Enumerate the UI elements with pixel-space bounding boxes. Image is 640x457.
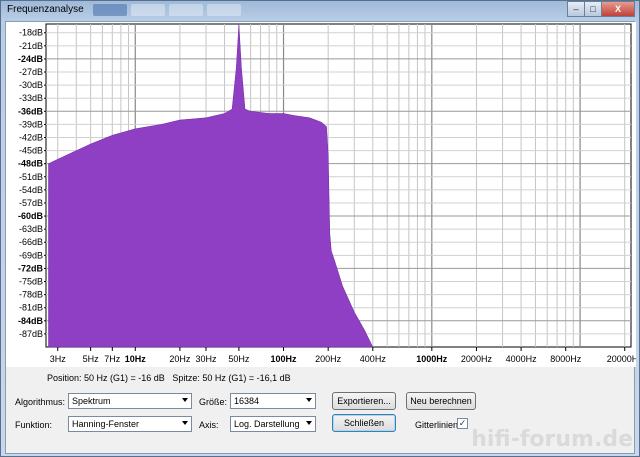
gridlines-checkbox[interactable]: ✓ (457, 418, 468, 429)
x-tick-label: 3Hz (50, 354, 67, 364)
y-tick-label: -24dB (18, 54, 44, 64)
export-button[interactable]: Exportieren... (332, 392, 396, 410)
x-tick-label: 20Hz (169, 354, 191, 364)
x-tick-label: 8000Hz (550, 354, 582, 364)
y-tick-label: -36dB (18, 106, 44, 116)
x-tick-label: 10Hz (125, 354, 147, 364)
y-tick-label: -18dB (19, 28, 43, 38)
chevron-down-icon (182, 421, 188, 425)
y-tick-label: -45dB (19, 146, 43, 156)
chevron-down-icon (306, 421, 312, 425)
size-label: Größe: (199, 397, 228, 407)
y-tick-label: -21dB (19, 41, 43, 51)
y-tick-label: -72dB (18, 263, 44, 273)
y-tick-label: -51dB (19, 172, 43, 182)
y-tick-label: -78dB (19, 290, 43, 300)
x-tick-label: 7Hz (104, 354, 121, 364)
x-tick-label: 2000Hz (461, 354, 493, 364)
algorithm-label: Algorithmus: (15, 397, 66, 407)
y-tick-label: -60dB (18, 211, 44, 221)
y-tick-label: -81dB (19, 303, 43, 313)
function-label: Funktion: (15, 420, 53, 430)
x-tick-label: 30Hz (196, 354, 218, 364)
x-tick-label: 200Hz (315, 354, 342, 364)
x-tick-label: 100Hz (271, 354, 298, 364)
x-tick-label: 5Hz (83, 354, 100, 364)
y-tick-label: -54dB (19, 185, 43, 195)
x-tick-label: 20000Hz (607, 354, 636, 364)
function-value: Hanning-Fenster (72, 419, 140, 429)
cursor-position-readout: Position: 50 Hz (G1) = -16 dB (47, 373, 165, 383)
frequency-analysis-window: Frequenzanalyse – □ X -18dB -21dB -24dB -27… (0, 0, 640, 457)
dialog-client-area: -18dB -21dB -24dB -27dB -30dB -33dB -36dB -39dB… (5, 21, 636, 454)
close-button[interactable]: Schließen (332, 414, 396, 432)
close-window-button[interactable]: X (601, 1, 635, 17)
chevron-down-icon (306, 398, 312, 402)
size-value: 16384 (234, 396, 260, 406)
size-select[interactable]: 16384 (230, 393, 316, 409)
algorithm-select[interactable]: Spektrum (68, 393, 192, 409)
y-tick-label: -57dB (19, 198, 43, 208)
algorithm-value: Spektrum (72, 396, 111, 406)
minimize-button[interactable]: – (567, 1, 585, 17)
y-tick-label: -42dB (19, 132, 43, 142)
y-tick-label: -33dB (19, 93, 43, 103)
y-tick-label: -48dB (18, 159, 44, 169)
y-tick-label: -27dB (19, 67, 43, 77)
chevron-down-icon (182, 398, 188, 402)
y-tick-label: -30dB (19, 80, 43, 90)
gridlines-label: Gitterlinien (415, 420, 459, 430)
y-tick-label: -84dB (18, 316, 44, 326)
peak-readout: Spitze: 50 Hz (G1) = -16,1 dB (172, 373, 291, 383)
x-tick-label: 400Hz (360, 354, 387, 364)
spectrum-plot[interactable]: -18dB -21dB -24dB -27dB -30dB -33dB -36dB -39dB… (6, 22, 636, 367)
status-line: Position: 50 Hz (G1) = -16 dB Spitze: 50… (47, 373, 291, 383)
y-tick-label: -39dB (19, 119, 43, 129)
x-tick-label: 50Hz (228, 354, 250, 364)
y-tick-label: -63dB (19, 224, 43, 234)
y-tick-label: -75dB (19, 277, 43, 287)
background-taskbar-ghost (93, 4, 241, 16)
title-bar[interactable]: Frequenzanalyse – □ X (1, 1, 639, 21)
recalculate-button[interactable]: Neu berechnen (406, 392, 476, 410)
watermark-logo: hifi-forum.de (471, 427, 633, 452)
y-tick-label: -69dB (19, 250, 43, 260)
axis-value: Log. Darstellung (234, 419, 300, 429)
maximize-button[interactable]: □ (584, 1, 602, 17)
axis-select[interactable]: Log. Darstellung (230, 416, 316, 432)
spectrum-svg: -18dB -21dB -24dB -27dB -30dB -33dB -36dB -39dB… (18, 23, 636, 364)
function-select[interactable]: Hanning-Fenster (68, 416, 192, 432)
axis-label: Axis: (199, 420, 219, 430)
window-title: Frequenzanalyse (7, 4, 84, 15)
y-tick-label: -87dB (19, 329, 43, 339)
window-controls: – □ X (567, 1, 635, 17)
y-tick-label: -66dB (19, 237, 43, 247)
x-tick-label: 4000Hz (506, 354, 538, 364)
x-tick-label: 1000Hz (416, 354, 448, 364)
